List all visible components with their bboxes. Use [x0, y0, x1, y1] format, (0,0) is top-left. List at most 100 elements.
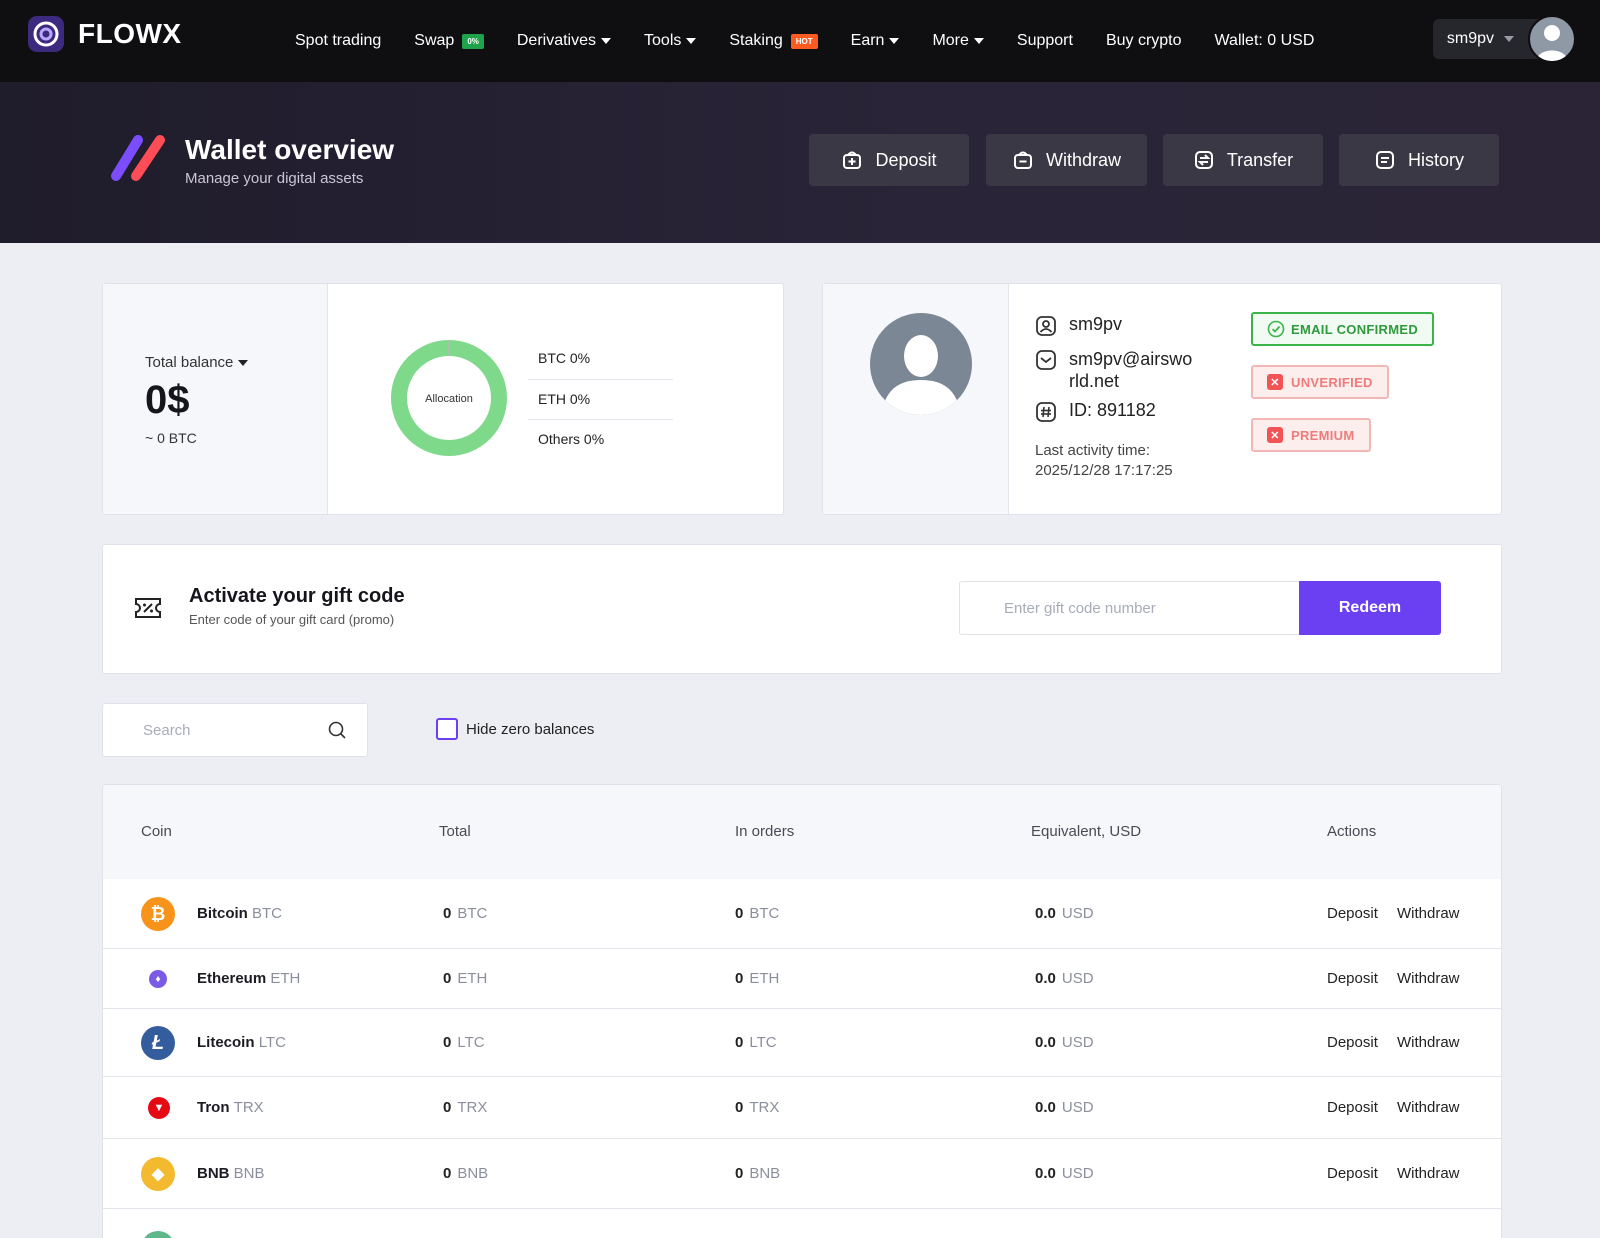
nav-more[interactable]: More — [932, 32, 984, 50]
nav-wallet[interactable]: Wallet: 0 USD — [1215, 32, 1315, 50]
nav-support[interactable]: Support — [1017, 32, 1073, 50]
total-value: 0 — [443, 970, 452, 987]
profile-id: ID: 891182 — [1069, 400, 1156, 420]
nav-swap[interactable]: Swap 0% — [414, 32, 484, 50]
hide-zero-checkbox[interactable] — [436, 718, 458, 740]
premium-label: PREMIUM — [1291, 427, 1355, 443]
profile-email-row: sm9pv@airswo rld.net — [1035, 348, 1192, 392]
row-deposit-link[interactable]: Deposit — [1327, 905, 1378, 922]
email-confirmed-badge: EMAIL CONFIRMED — [1251, 312, 1435, 346]
premium-badge[interactable]: ✕ PREMIUM — [1251, 418, 1371, 452]
brand-name: FLOWX — [78, 18, 182, 49]
swap-tag: 0% — [462, 33, 484, 49]
coin-name: Bitcoin BTC — [197, 905, 282, 922]
column-in-orders: In orders — [735, 823, 795, 840]
allocation-divider — [528, 419, 673, 420]
nav-tools-label: Tools — [644, 32, 682, 49]
last-activity-time: 2025/12/28 17:17:25 — [1035, 462, 1173, 479]
coin-search — [102, 703, 368, 757]
column-actions: Actions — [1327, 823, 1377, 840]
profile-card: sm9pv sm9pv@airswo rld.net ID: 891182 La… — [822, 283, 1502, 515]
orders-value: 0 — [735, 970, 744, 987]
ethereum-icon: ♦ — [149, 970, 167, 988]
bitcoin-icon: ₿ — [141, 897, 175, 931]
caret-down-icon — [686, 38, 697, 44]
user-menu[interactable]: sm9pv — [1432, 14, 1576, 64]
row-deposit-link[interactable]: Deposit — [1327, 1165, 1378, 1182]
unverified-badge[interactable]: ✕ UNVERIFIED — [1251, 365, 1389, 399]
coin-equivalent: 0.0 USD — [1035, 905, 1094, 922]
deposit-button[interactable]: Deposit — [809, 134, 969, 186]
nav-earn[interactable]: Earn — [851, 32, 900, 50]
avatar[interactable] — [1528, 15, 1576, 63]
orders-value: 0 — [735, 1165, 744, 1182]
equiv-unit: USD — [1061, 970, 1094, 987]
user-name: sm9pv — [1446, 30, 1494, 47]
history-label: History — [1407, 149, 1464, 170]
transfer-button[interactable]: Transfer — [1163, 134, 1323, 186]
wallet-hero: Wallet overview Manage your digital asse… — [0, 82, 1600, 243]
equiv-unit: USD — [1061, 905, 1094, 922]
equiv-value: 0.0 — [1035, 970, 1056, 987]
coin-symbol: BNB — [233, 1165, 265, 1182]
coin-total: 0 LTC — [443, 1034, 485, 1051]
orders-value: 0 — [735, 905, 744, 922]
history-button[interactable]: History — [1339, 134, 1499, 186]
allocation-others: Others 0% — [538, 431, 605, 447]
row-withdraw-link[interactable]: Withdraw — [1397, 905, 1460, 922]
search-input[interactable] — [103, 704, 323, 756]
column-total: Total — [439, 823, 471, 840]
equiv-value: 0.0 — [1035, 905, 1056, 922]
coin-in-orders: 0 TRX — [735, 1099, 779, 1116]
coin-equivalent: 0.0 USD — [1035, 1099, 1094, 1116]
equiv-unit: USD — [1061, 1099, 1094, 1116]
profile-email: sm9pv@airswo rld.net — [1069, 348, 1192, 392]
coin-equivalent: 0.0 USD — [1035, 1034, 1094, 1051]
row-deposit-link[interactable]: Deposit — [1327, 1034, 1378, 1051]
balance-card: Total balance 0$ ~ 0 BTC Allocation BTC … — [102, 283, 784, 515]
row-withdraw-link[interactable]: Withdraw — [1397, 1165, 1460, 1182]
hot-tag: HOT — [790, 33, 818, 49]
total-unit: ETH — [457, 970, 488, 987]
total-value: 0 — [443, 1165, 452, 1182]
coin-icon-partial — [141, 1231, 175, 1238]
row-withdraw-link[interactable]: Withdraw — [1397, 1099, 1460, 1116]
coin-in-orders: 0 BTC — [735, 905, 779, 922]
coin-name-text: BNB — [197, 1165, 230, 1182]
close-icon: ✕ — [1267, 374, 1283, 390]
nav-derivatives[interactable]: Derivatives — [517, 32, 612, 50]
profile-avatar-icon — [870, 313, 972, 415]
nav-tools[interactable]: Tools — [644, 32, 697, 50]
gift-code-input[interactable] — [959, 581, 1299, 635]
search-icon[interactable] — [327, 720, 347, 740]
allocation-divider — [528, 379, 673, 380]
redeem-button[interactable]: Redeem — [1299, 581, 1441, 635]
table-header: Coin Total In orders Equivalent, USD Act… — [103, 785, 1501, 879]
hide-zero-toggle[interactable]: Hide zero balances — [436, 718, 594, 740]
coin-symbol: BTC — [252, 905, 283, 922]
row-deposit-link[interactable]: Deposit — [1327, 970, 1378, 987]
brand-logo[interactable]: FLOWX — [28, 16, 182, 52]
nav-spot-trading[interactable]: Spot trading — [295, 32, 381, 50]
coin-symbol: TRX — [233, 1099, 264, 1116]
nav-buy-crypto[interactable]: Buy crypto — [1106, 32, 1182, 50]
row-withdraw-link[interactable]: Withdraw — [1397, 1034, 1460, 1051]
row-withdraw-link[interactable]: Withdraw — [1397, 970, 1460, 987]
withdraw-button[interactable]: Withdraw — [986, 134, 1147, 186]
row-deposit-link[interactable]: Deposit — [1327, 1099, 1378, 1116]
flowx-logo-icon — [28, 16, 64, 52]
profile-email-line2: rld.net — [1069, 371, 1120, 391]
table-row: ₿ Bitcoin BTC 0 BTC 0 BTC 0.0 USD Deposit W… — [103, 879, 1501, 949]
nav-swap-label: Swap — [414, 32, 455, 49]
gift-code-card: Activate your gift code Enter code of yo… — [102, 544, 1502, 674]
ticket-icon — [135, 598, 161, 618]
coin-in-orders: 0 BNB — [735, 1165, 780, 1182]
nav-staking[interactable]: Staking HOT — [729, 32, 818, 50]
coin-equivalent: 0.0 USD — [1035, 1165, 1094, 1182]
coin-name: BNB BNB — [197, 1165, 265, 1182]
page-title: Wallet overview — [185, 134, 395, 165]
total-unit: TRX — [457, 1099, 488, 1116]
nav-earn-label: Earn — [850, 32, 885, 49]
total-balance-toggle[interactable]: Total balance — [145, 354, 249, 371]
coin-total: 0 BTC — [443, 905, 487, 922]
